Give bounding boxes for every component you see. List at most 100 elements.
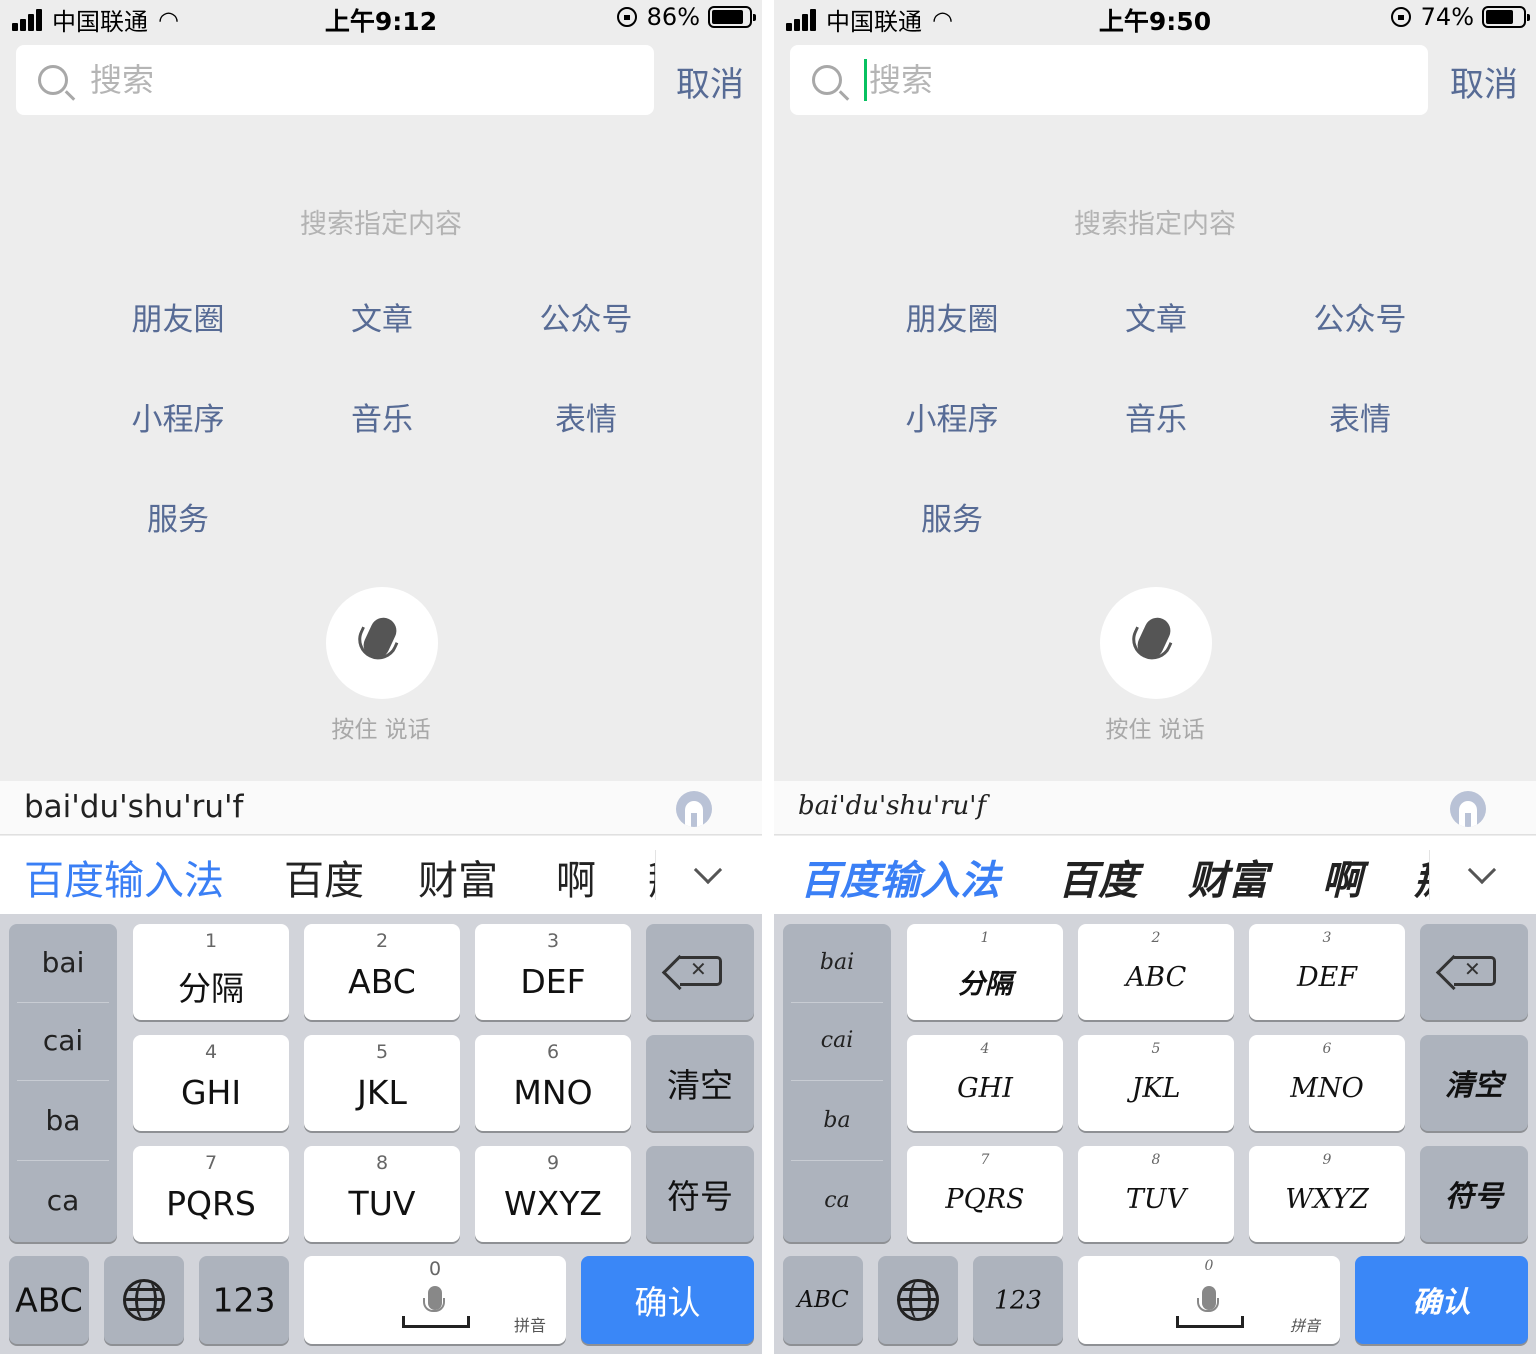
battery-icon <box>1482 6 1530 28</box>
key-2[interactable]: 2 ABC <box>1078 924 1234 1020</box>
search-input[interactable] <box>90 61 610 99</box>
category-official-accounts[interactable]: 公众号 <box>484 295 688 345</box>
search-bar[interactable] <box>790 45 1428 115</box>
syllable-item[interactable]: bai <box>783 924 891 1002</box>
cancel-button[interactable]: 取消 <box>676 57 744 106</box>
search-input[interactable] <box>869 61 1389 99</box>
globe-icon <box>123 1279 165 1321</box>
key-5[interactable]: 5 JKL <box>304 1035 460 1131</box>
key-8[interactable]: 8 TUV <box>1078 1146 1234 1242</box>
category-articles[interactable]: 文章 <box>1054 295 1258 345</box>
syllable-item[interactable]: ba <box>9 1082 117 1160</box>
category-grid: 朋友圈 文章 公众号 小程序 音乐 表情 服务 <box>76 295 688 545</box>
cancel-button[interactable]: 取消 <box>1450 57 1518 106</box>
abc-switch-button[interactable]: ABC <box>783 1256 863 1344</box>
syllable-item[interactable]: ca <box>783 1162 891 1240</box>
candidate-item[interactable]: 掰 <box>648 848 655 906</box>
candidate-item[interactable]: 财富 <box>418 848 498 906</box>
key-7[interactable]: 7 PQRS <box>133 1146 289 1242</box>
space-key[interactable]: 0 拼音 <box>304 1256 566 1344</box>
category-moments[interactable]: 朋友圈 <box>76 295 280 345</box>
clear-button[interactable]: 清空 <box>646 1035 754 1131</box>
key-1[interactable]: 1 分隔 <box>907 924 1063 1020</box>
key-4[interactable]: 4 GHI <box>907 1035 1063 1131</box>
syllable-item[interactable]: ba <box>783 1082 891 1160</box>
mic-icon <box>423 1286 445 1312</box>
orientation-lock-icon <box>1390 7 1411 27</box>
category-services[interactable]: 服务 <box>850 495 1054 545</box>
candidate-item[interactable]: 啊 <box>1322 848 1362 906</box>
category-services[interactable]: 服务 <box>76 495 280 545</box>
phone-screen-right: 中国联通 ◠ 上午9:50 74% 取消 搜索指定内容 朋友圈 文章 公众号 小… <box>774 0 1536 1354</box>
abc-switch-button[interactable]: ABC <box>9 1256 89 1344</box>
ime-keyboard: bai'du'shu'ru'f 百度输入法 百度 财富 啊 掰 bai cai … <box>0 781 762 1354</box>
ime-logo-icon[interactable] <box>1450 791 1486 827</box>
category-articles[interactable]: 文章 <box>280 295 484 345</box>
pinyin-composition-bar: bai'du'shu'ru'f <box>774 781 1536 835</box>
globe-icon <box>897 1279 939 1321</box>
chevron-down-icon[interactable] <box>1467 855 1497 885</box>
search-icon <box>812 65 842 95</box>
number-switch-button[interactable]: 123 <box>973 1256 1063 1344</box>
category-mini-programs[interactable]: 小程序 <box>76 395 280 445</box>
key-2[interactable]: 2 ABC <box>304 924 460 1020</box>
symbol-button[interactable]: 符号 <box>646 1146 754 1242</box>
category-music[interactable]: 音乐 <box>280 395 484 445</box>
pinyin-text: bai'du'shu'ru'f <box>24 789 244 825</box>
backspace-button[interactable] <box>646 924 754 1020</box>
key-1[interactable]: 1 分隔 <box>133 924 289 1020</box>
key-9[interactable]: 9 WXYZ <box>1249 1146 1405 1242</box>
voice-search-button[interactable] <box>326 587 438 699</box>
candidate-item[interactable]: 百度输入法 <box>24 848 224 906</box>
candidate-item[interactable]: 掰 <box>1414 848 1429 906</box>
backspace-button[interactable] <box>1420 924 1528 1020</box>
category-moments[interactable]: 朋友圈 <box>850 295 1054 345</box>
backspace-icon <box>680 956 722 986</box>
candidate-item[interactable]: 百度 <box>1058 848 1138 906</box>
phone-screen-left: 中国联通 ◠ 上午9:12 86% 取消 搜索指定内容 朋友圈 文章 公众号 小… <box>0 0 762 1354</box>
battery-icon <box>708 6 756 28</box>
syllable-item[interactable]: cai <box>9 1002 117 1080</box>
globe-button[interactable] <box>878 1256 958 1344</box>
clear-button[interactable]: 清空 <box>1420 1035 1528 1131</box>
key-6[interactable]: 6 MNO <box>1249 1035 1405 1131</box>
key-8[interactable]: 8 TUV <box>304 1146 460 1242</box>
candidate-item[interactable]: 财富 <box>1188 848 1268 906</box>
search-icon <box>38 65 68 95</box>
key-7[interactable]: 7 PQRS <box>907 1146 1063 1242</box>
key-3[interactable]: 3 DEF <box>475 924 631 1020</box>
text-cursor <box>864 59 867 101</box>
category-stickers[interactable]: 表情 <box>484 395 688 445</box>
pinyin-composition-bar: bai'du'shu'ru'f <box>0 781 762 835</box>
battery-percent: 86% <box>646 3 700 31</box>
category-official-accounts[interactable]: 公众号 <box>1258 295 1462 345</box>
ime-logo-icon[interactable] <box>676 791 712 827</box>
key-9[interactable]: 9 WXYZ <box>475 1146 631 1242</box>
syllable-item[interactable]: ca <box>9 1162 117 1240</box>
search-hint-title: 搜索指定内容 <box>1074 209 1236 240</box>
voice-hint-label: 按住 说话 <box>331 717 431 743</box>
space-key[interactable]: 0 拼音 <box>1078 1256 1340 1344</box>
globe-button[interactable] <box>104 1256 184 1344</box>
category-music[interactable]: 音乐 <box>1054 395 1258 445</box>
key-3[interactable]: 3 DEF <box>1249 924 1405 1020</box>
key-4[interactable]: 4 GHI <box>133 1035 289 1131</box>
confirm-button[interactable]: 确认 <box>581 1256 754 1344</box>
category-mini-programs[interactable]: 小程序 <box>850 395 1054 445</box>
key-6[interactable]: 6 MNO <box>475 1035 631 1131</box>
key-5[interactable]: 5 JKL <box>1078 1035 1234 1131</box>
symbol-button[interactable]: 符号 <box>1420 1146 1528 1242</box>
syllable-item[interactable]: bai <box>9 924 117 1002</box>
syllable-item[interactable]: cai <box>783 1002 891 1080</box>
candidate-item[interactable]: 啊 <box>556 848 596 906</box>
voice-search-button[interactable] <box>1100 587 1212 699</box>
search-bar[interactable] <box>16 45 654 115</box>
backspace-icon <box>1454 956 1496 986</box>
confirm-button[interactable]: 确认 <box>1355 1256 1528 1344</box>
number-switch-button[interactable]: 123 <box>199 1256 289 1344</box>
category-stickers[interactable]: 表情 <box>1258 395 1462 445</box>
chevron-down-icon[interactable] <box>693 855 723 885</box>
candidate-item[interactable]: 百度 <box>284 848 364 906</box>
t9-keypad: bai cai ba ca 1 分隔 2 ABC 3 DEF ✕ 4 GHI 5… <box>0 914 762 1354</box>
candidate-item[interactable]: 百度输入法 <box>800 848 1000 906</box>
